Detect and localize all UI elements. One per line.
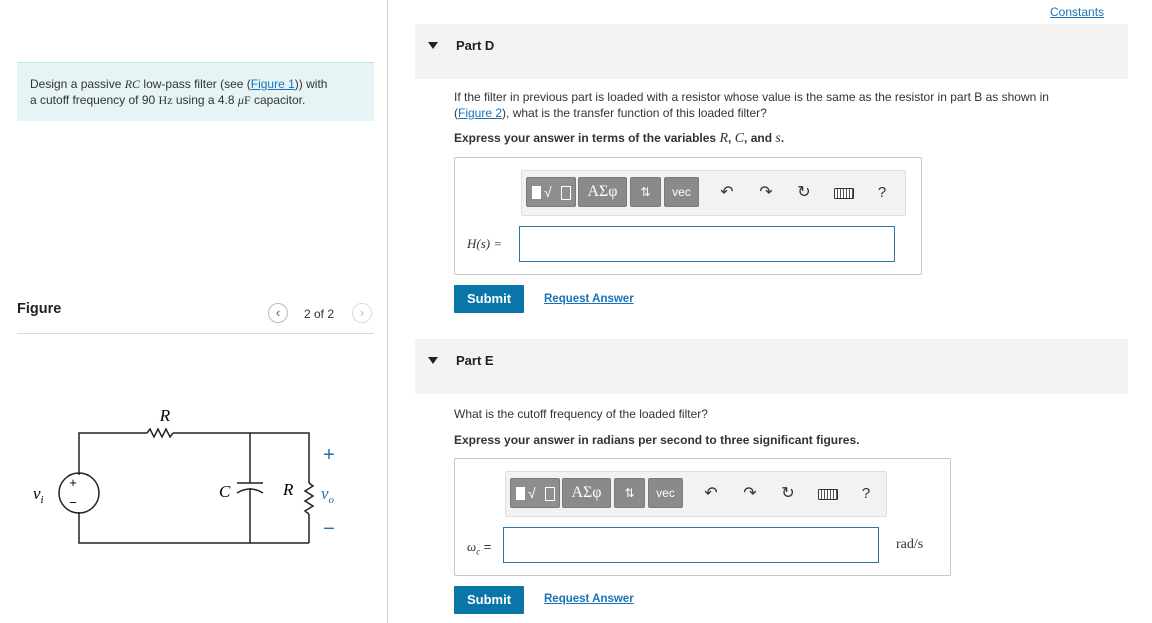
- rc-symbol: RC: [124, 77, 141, 91]
- template-box-icon: [545, 487, 555, 501]
- left-panel: Design a passive RC low-pass filter (see…: [0, 0, 388, 623]
- cutoff-frequency-input[interactable]: [503, 527, 879, 563]
- part-e-answer-box: √ ΑΣφ ⇅ vec ↶ ↷ ↻ ? ωc = rad/s: [454, 458, 951, 576]
- arrows-button[interactable]: ⇅: [614, 478, 645, 508]
- part-d-request-answer-link[interactable]: Request Answer: [544, 293, 634, 305]
- problem-text-part: capacitor.: [250, 93, 306, 107]
- radical-icon: √: [528, 485, 536, 501]
- unit-label: rad/s: [896, 537, 924, 552]
- problem-text-part: a cutoff frequency of 90: [30, 93, 159, 107]
- variable-c: C: [734, 131, 745, 146]
- template-box-icon: [561, 186, 571, 200]
- next-figure-button[interactable]: ›: [352, 303, 372, 323]
- math-toolbar: √ ΑΣφ ⇅ vec ↶ ↷ ↻ ?: [505, 471, 887, 517]
- figure-title: Figure: [17, 301, 62, 317]
- h-of-s-label: H(s) =: [467, 236, 503, 251]
- farad-unit: F: [243, 93, 251, 107]
- output-plus: +: [323, 444, 335, 466]
- vi-label: vi: [33, 484, 44, 506]
- problem-text-part: using a 4.8: [172, 93, 238, 107]
- collapse-triangle-icon[interactable]: [428, 42, 438, 49]
- keyboard-icon[interactable]: [818, 489, 838, 500]
- separator: .: [780, 131, 785, 145]
- figure-counter: 2 of 2: [304, 307, 335, 321]
- collapse-triangle-icon[interactable]: [428, 357, 438, 364]
- problem-statement: Design a passive RC low-pass filter (see…: [17, 62, 374, 121]
- reset-icon[interactable]: ↻: [777, 483, 799, 505]
- problem-text: Design a passive RC low-pass filter (see…: [30, 76, 368, 108]
- part-e-question: What is the cutoff frequency of the load…: [454, 407, 708, 421]
- figure-divider: [17, 333, 374, 334]
- redo-icon[interactable]: ↷: [755, 182, 777, 204]
- resistor-load: [303, 482, 315, 515]
- figure-2-link[interactable]: Figure 2: [458, 106, 502, 120]
- part-e-instructions: Express your answer in radians per secon…: [454, 433, 860, 447]
- wire-bottom: [78, 512, 309, 544]
- vo-label: vo: [321, 484, 335, 506]
- part-d-instructions: Express your answer in terms of the vari…: [454, 131, 784, 147]
- part-d-question: If the filter in previous part is loaded…: [454, 89, 1114, 121]
- transfer-function-input[interactable]: [519, 226, 895, 262]
- question-line: If the filter in previous part is loaded…: [454, 90, 1049, 104]
- help-icon[interactable]: ?: [855, 483, 877, 505]
- separator: , and: [744, 131, 776, 145]
- greek-symbols-button[interactable]: ΑΣφ: [578, 177, 627, 207]
- templates-button[interactable]: √: [510, 478, 560, 508]
- omega-c-label: ωc =: [467, 539, 491, 557]
- constants-link[interactable]: Constants: [1050, 5, 1104, 19]
- resistor-top-label: R: [159, 406, 171, 425]
- equals-sign: =: [480, 539, 492, 554]
- previous-figure-button[interactable]: ‹: [268, 303, 288, 323]
- omega-symbol: ω: [467, 539, 477, 554]
- resistor-load-label: R: [282, 480, 294, 499]
- problem-text-part: )) with: [294, 77, 328, 91]
- part-d-header[interactable]: Part D: [415, 24, 1128, 79]
- undo-icon[interactable]: ↶: [700, 483, 722, 505]
- question-line: ), what is the transfer function of this…: [502, 106, 767, 120]
- voltage-source: [58, 472, 100, 514]
- separator: ,: [728, 131, 735, 145]
- wire-top-left: [78, 432, 147, 475]
- problem-text-part: low-pass filter (see (: [140, 77, 251, 91]
- source-minus: −: [69, 495, 77, 510]
- source-plus: +: [69, 475, 77, 490]
- instruction-text: Express your answer in terms of the vari…: [454, 131, 720, 145]
- templates-button[interactable]: √: [526, 177, 576, 207]
- hz-unit: Hz: [158, 93, 173, 107]
- capacitor-label: C: [219, 482, 231, 501]
- figure-1-link[interactable]: Figure 1: [251, 77, 295, 91]
- part-e-header[interactable]: Part E: [415, 339, 1128, 394]
- circuit-diagram: R C R + − vi + vo −: [33, 406, 335, 544]
- variable-r: R: [719, 131, 729, 146]
- vector-button[interactable]: vec: [664, 177, 699, 207]
- template-square-icon: [516, 487, 525, 500]
- problem-text-part: Design a passive: [30, 77, 125, 91]
- reset-icon[interactable]: ↻: [793, 182, 815, 204]
- arrows-button[interactable]: ⇅: [630, 177, 661, 207]
- part-d-title: Part D: [456, 38, 495, 53]
- wire-top-right: [173, 432, 310, 483]
- math-toolbar: √ ΑΣφ ⇅ vec ↶ ↷ ↻ ?: [521, 170, 906, 216]
- redo-icon[interactable]: ↷: [739, 483, 761, 505]
- radical-icon: √: [544, 184, 552, 200]
- part-d-answer-box: √ ΑΣφ ⇅ vec ↶ ↷ ↻ ? H(s) =: [454, 157, 922, 275]
- resistor-top: [146, 427, 174, 439]
- part-e-submit-button[interactable]: Submit: [454, 586, 524, 614]
- vector-button[interactable]: vec: [648, 478, 683, 508]
- part-e-request-answer-link[interactable]: Request Answer: [544, 593, 634, 605]
- part-d-submit-button[interactable]: Submit: [454, 285, 524, 313]
- part-e-title: Part E: [456, 353, 494, 368]
- greek-symbols-button[interactable]: ΑΣφ: [562, 478, 611, 508]
- keyboard-icon[interactable]: [834, 188, 854, 199]
- undo-icon[interactable]: ↶: [716, 182, 738, 204]
- template-square-icon: [532, 186, 541, 199]
- help-icon[interactable]: ?: [871, 182, 893, 204]
- output-minus: −: [323, 518, 335, 540]
